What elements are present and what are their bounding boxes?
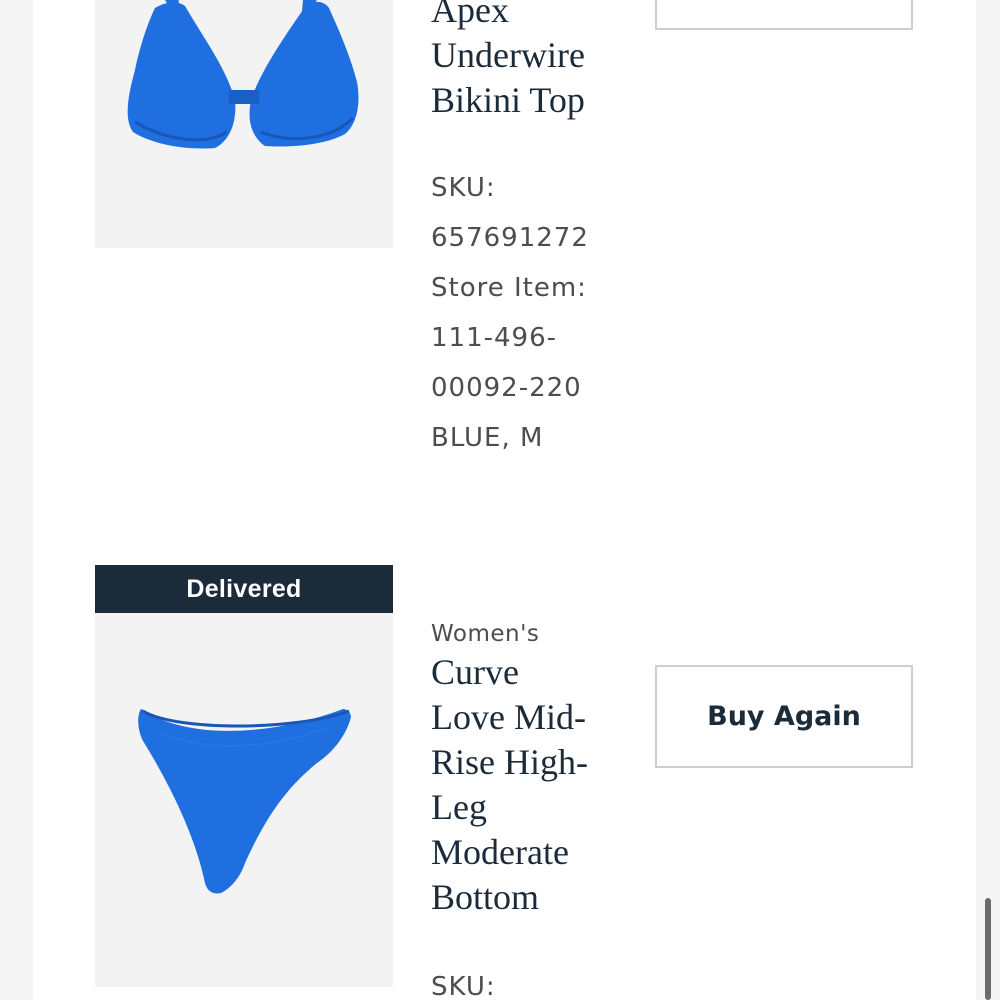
product-title-1[interactable]: Apex Underwire Bikini Top — [431, 0, 641, 123]
store-item-label: Store Item: — [431, 273, 587, 303]
buy-again-button-2[interactable]: Buy Again — [655, 665, 913, 768]
product-title-2[interactable]: Curve Love Mid- Rise High- Leg Moderate … — [431, 650, 641, 920]
variant: BLUE, M — [431, 423, 544, 453]
status-badge: Delivered — [95, 565, 393, 613]
bikini-top-image — [95, 0, 393, 248]
order-details-page: Apex Underwire Bikini Top SKU: 657691272… — [0, 0, 1000, 1000]
title-line: Love Mid- — [431, 697, 586, 737]
bikini-bottom-image — [95, 613, 393, 987]
product-info-1: Apex Underwire Bikini Top SKU: 657691272… — [431, 0, 641, 463]
title-line: Apex — [431, 0, 509, 30]
title-line: Bikini Top — [431, 80, 585, 120]
product-category: Women's — [431, 621, 540, 647]
store-item-value-2: 00092-220 — [431, 373, 582, 403]
sku-value: 657691272 — [431, 223, 589, 253]
sku-label: SKU: — [431, 972, 496, 1000]
title-line: Curve — [431, 652, 519, 692]
title-line: Rise High- — [431, 742, 588, 782]
sku-label: SKU: — [431, 173, 496, 203]
scrollbar[interactable] — [985, 898, 991, 1000]
buy-again-button-1[interactable] — [655, 0, 913, 30]
title-line: Bottom — [431, 877, 540, 917]
product-info-2: Women's Curve Love Mid- Rise High- Leg M… — [431, 618, 641, 1000]
title-line: Leg — [431, 787, 487, 827]
title-line: Moderate — [431, 832, 569, 872]
product-image-bikini-top[interactable] — [95, 0, 393, 248]
title-line: Underwire — [431, 35, 585, 75]
product-image-bikini-bottom[interactable] — [95, 613, 393, 987]
store-item-value-1: 111-496- — [431, 323, 558, 353]
